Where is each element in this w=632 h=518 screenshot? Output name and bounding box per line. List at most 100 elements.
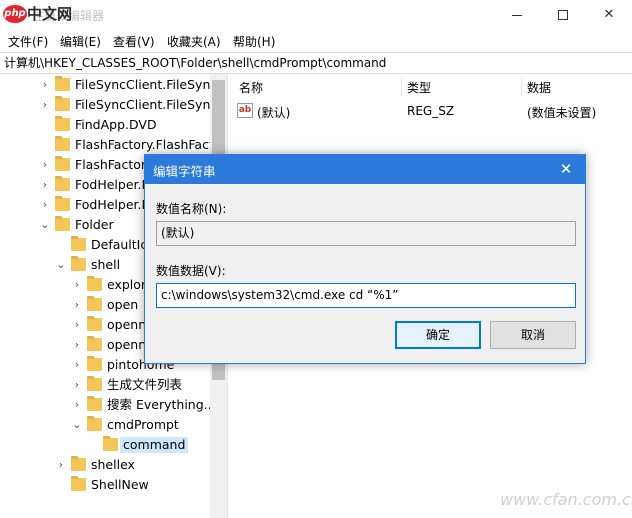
column-header-type[interactable]: 类型 xyxy=(407,79,431,96)
chevron-down-icon[interactable]: ⌄ xyxy=(56,258,66,272)
tree-item-label: cmdPrompt xyxy=(107,417,179,432)
tree-item[interactable]: ⌄ cmdPrompt xyxy=(0,415,210,435)
watermark: www.cfan.com.cn xyxy=(500,490,632,509)
column-separator[interactable] xyxy=(401,78,402,96)
folder-icon xyxy=(55,216,70,231)
chevron-right-icon[interactable]: › xyxy=(72,278,82,292)
folder-icon xyxy=(87,416,102,431)
tree-item-label: shell xyxy=(91,257,121,272)
folder-icon xyxy=(55,76,70,91)
tree-item-label: open xyxy=(107,297,139,312)
menu-file[interactable]: 文件(F) xyxy=(8,33,48,50)
string-value-icon: ab xyxy=(237,103,253,118)
site-logo-text: 中文网 xyxy=(27,5,73,23)
minimize-icon xyxy=(512,15,522,16)
tree-item[interactable]: › shellex xyxy=(0,455,210,475)
site-logo-badge: php xyxy=(3,5,27,23)
tree-item-label: Folder xyxy=(75,217,114,232)
tree-item-label: command xyxy=(120,437,189,453)
tree-item-label: FodHelper.F xyxy=(75,197,149,212)
tree-item[interactable]: command xyxy=(0,435,210,455)
folder-icon xyxy=(55,196,70,211)
tree-item-label: FindApp.DVD xyxy=(75,117,157,132)
chevron-right-icon[interactable]: › xyxy=(40,158,50,172)
chevron-down-icon[interactable]: ⌄ xyxy=(40,218,50,232)
tree-item[interactable]: › FileSyncClient.FileSyncC xyxy=(0,95,226,115)
value-data: (数值未设置) xyxy=(527,106,597,120)
tree-item-label: shellex xyxy=(91,457,135,472)
tree-item[interactable]: › 搜索 Everything... xyxy=(0,395,216,415)
folder-icon xyxy=(87,376,102,391)
cancel-button[interactable]: 取消 xyxy=(490,321,576,349)
tree-item-label: FlashFactory.FlashFacto xyxy=(75,137,222,152)
tree-item-label: FileSyncClient.FileSyncC xyxy=(75,77,226,92)
tree-item-label: 搜索 Everything... xyxy=(107,397,216,412)
folder-icon xyxy=(87,396,102,411)
folder-icon xyxy=(71,256,86,271)
folder-icon xyxy=(87,316,102,331)
ok-button[interactable]: 确定 xyxy=(395,321,481,349)
maximize-icon xyxy=(558,10,568,20)
tree-item-label: openn xyxy=(107,337,147,352)
value-name-label: 数值名称(N): xyxy=(156,202,227,216)
tree-item[interactable]: › FileSyncClient.FileSyncC xyxy=(0,75,226,95)
menu-help[interactable]: 帮助(H) xyxy=(233,33,275,50)
tree-item[interactable]: › 生成文件列表 xyxy=(0,375,210,395)
close-icon: ✕ xyxy=(603,7,615,22)
chevron-right-icon[interactable]: › xyxy=(40,98,50,112)
column-header-name[interactable]: 名称 xyxy=(239,79,263,96)
chevron-right-icon[interactable]: › xyxy=(72,298,82,312)
close-button[interactable]: ✕ xyxy=(586,0,632,30)
chevron-right-icon[interactable]: › xyxy=(40,78,50,92)
maximize-button[interactable] xyxy=(540,0,586,30)
tree-item-label: ShellNew xyxy=(91,477,149,492)
folder-icon xyxy=(71,236,86,251)
folder-icon xyxy=(87,336,102,351)
site-logo: php 中文网 xyxy=(3,3,72,25)
value-row[interactable]: ab (默认) REG_SZ (数值未设置) xyxy=(229,102,632,122)
menu-view[interactable]: 查看(V) xyxy=(113,33,155,50)
dialog-close-button[interactable]: ✕ xyxy=(555,159,577,179)
minimize-button[interactable] xyxy=(494,0,540,30)
folder-icon xyxy=(71,476,86,491)
folder-icon xyxy=(87,356,102,371)
chevron-right-icon[interactable]: › xyxy=(72,338,82,352)
value-data-input[interactable]: c:\windows\system32\cmd.exe cd “%1” xyxy=(156,283,576,308)
chevron-right-icon[interactable]: › xyxy=(72,358,82,372)
menu-favorites[interactable]: 收藏夹(A) xyxy=(167,33,221,50)
tree-item[interactable]: ShellNew xyxy=(0,475,210,495)
chevron-right-icon[interactable]: › xyxy=(72,318,82,332)
chevron-right-icon[interactable]: › xyxy=(72,398,82,412)
folder-icon xyxy=(71,456,86,471)
folder-icon xyxy=(103,436,118,451)
chevron-right-icon[interactable]: › xyxy=(40,198,50,212)
dialog-title: 编辑字符串 xyxy=(153,164,216,179)
tree-item-label: explor xyxy=(107,277,147,292)
folder-icon xyxy=(55,96,70,111)
tree-item[interactable]: FlashFactory.FlashFacto xyxy=(0,135,222,155)
folder-icon xyxy=(87,296,102,311)
column-header-data[interactable]: 数据 xyxy=(527,79,551,96)
dialog-titlebar: 编辑字符串 ✕ xyxy=(145,155,585,184)
folder-icon xyxy=(55,136,70,151)
chevron-right-icon[interactable]: › xyxy=(40,178,50,192)
folder-icon xyxy=(55,176,70,191)
folder-icon xyxy=(55,116,70,131)
menu-bar: 文件(F) 编辑(E) 查看(V) 收藏夹(A) 帮助(H) xyxy=(0,30,632,52)
window-titlebar: 注册表编辑器 php 中文网 ✕ xyxy=(0,0,632,30)
column-separator[interactable] xyxy=(521,78,522,96)
value-name-field: (默认) xyxy=(156,221,576,246)
chevron-right-icon[interactable]: › xyxy=(72,378,82,392)
tree-item[interactable]: FindApp.DVD xyxy=(0,115,210,135)
value-name: (默认) xyxy=(257,106,291,120)
chevron-down-icon[interactable]: ⌄ xyxy=(72,418,82,432)
address-bar[interactable]: 计算机\HKEY_CLASSES_ROOT\Folder\shell\cmdPr… xyxy=(0,52,632,74)
tree-item-label: openn xyxy=(107,317,147,332)
chevron-right-icon[interactable]: › xyxy=(56,458,66,472)
menu-edit[interactable]: 编辑(E) xyxy=(60,33,101,50)
edit-string-dialog: 编辑字符串 ✕ 数值名称(N): (默认) 数值数据(V): c:\window… xyxy=(144,154,586,364)
